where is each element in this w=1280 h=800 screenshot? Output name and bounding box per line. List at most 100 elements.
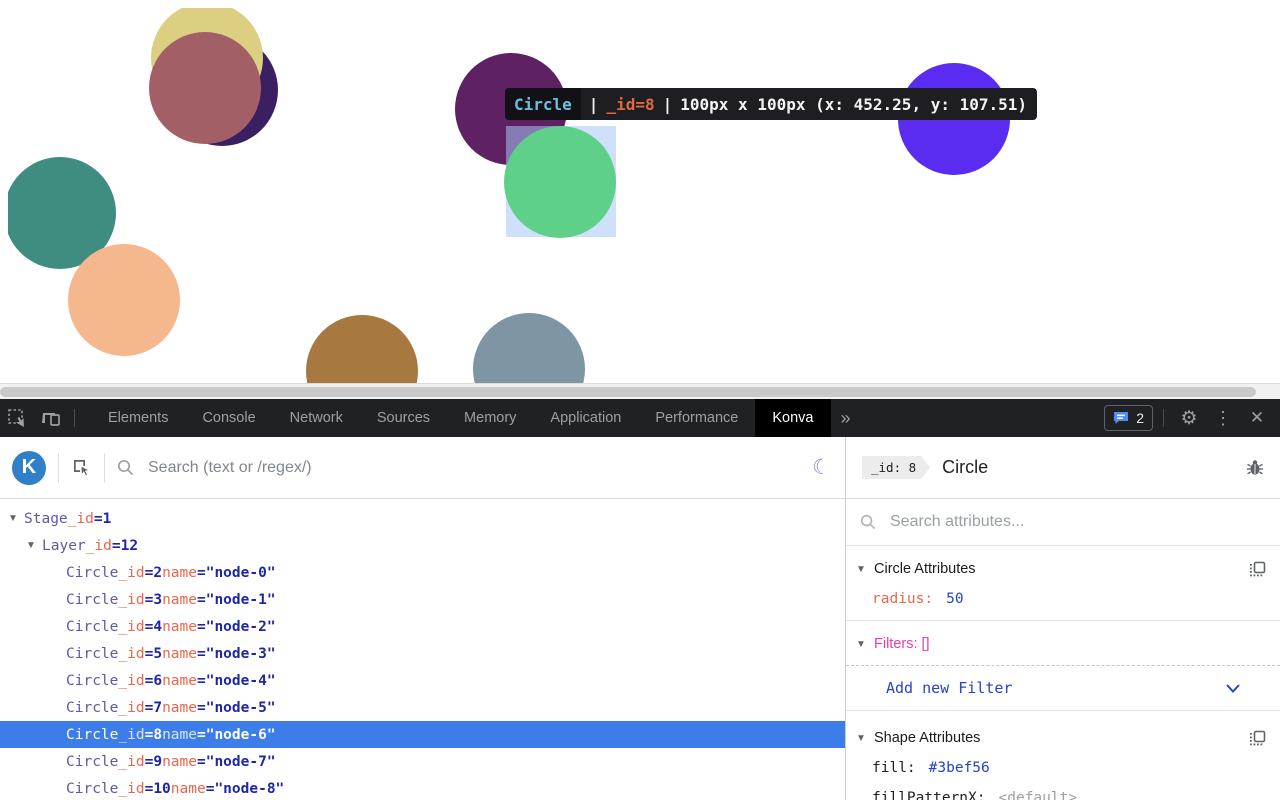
disclosure-triangle-icon[interactable]: ▼ xyxy=(8,513,24,524)
node-tag: Layer xyxy=(42,538,86,554)
add-filter-row[interactable]: Add new Filter xyxy=(846,666,1280,711)
attribute-row-fill[interactable]: fill: #3bef56 xyxy=(846,753,1280,783)
more-tabs-button[interactable]: » xyxy=(831,408,859,429)
node-attr-name: _id xyxy=(68,511,94,527)
attribute-value[interactable]: #3bef56 xyxy=(929,760,990,776)
konva-logo: K xyxy=(12,451,46,485)
add-filter-label[interactable]: Add new Filter xyxy=(886,679,1012,697)
tab-memory[interactable]: Memory xyxy=(447,399,533,437)
node-attr-value: =9 xyxy=(145,754,162,770)
search-icon xyxy=(860,514,876,530)
node-attr-name: _id xyxy=(118,619,144,635)
devtools-tabbar: ElementsConsoleNetworkSourcesMemoryAppli… xyxy=(0,399,1280,437)
attribute-row-fillpatternx[interactable]: fillPatternX: <default> xyxy=(846,783,1280,800)
filters-header[interactable]: ▼ Filters: [] xyxy=(846,629,1280,659)
node-attr-value: ="node-6" xyxy=(197,727,276,743)
tree-node-circle-8[interactable]: Circle _id=8 name="node-6" xyxy=(0,721,845,748)
node-tag: Stage xyxy=(24,511,68,527)
pick-node-icon[interactable] xyxy=(71,457,92,478)
attribute-search xyxy=(846,499,1280,546)
tab-elements[interactable]: Elements xyxy=(91,399,185,437)
scrollbar-thumb[interactable] xyxy=(0,387,1256,397)
konva-stage[interactable] xyxy=(8,8,1272,383)
tree-node-circle-10[interactable]: Circle _id=10 name="node-8" xyxy=(0,775,845,800)
node-attr-name: _id xyxy=(118,781,144,797)
attribute-search-input[interactable] xyxy=(888,512,1266,532)
divider xyxy=(1163,409,1164,427)
node-attr-value: =2 xyxy=(145,565,162,581)
tab-console[interactable]: Console xyxy=(185,399,272,437)
node-tag: Circle xyxy=(66,646,118,662)
disclosure-triangle-icon[interactable]: ▼ xyxy=(26,540,42,551)
horizontal-scrollbar[interactable] xyxy=(0,383,1280,400)
tree-node-circle-5[interactable]: Circle _id=5 name="node-3" xyxy=(0,640,845,667)
tooltip-size: 100px x 100px (x: 452.25, y: 107.51) xyxy=(680,95,1027,114)
search-icon xyxy=(117,459,134,476)
node-attr-value: ="node-2" xyxy=(197,619,276,635)
device-toolbar-icon[interactable] xyxy=(34,399,68,437)
tree-node-layer-12[interactable]: ▼Layer _id=12 xyxy=(0,532,845,559)
kebab-menu-icon[interactable]: ⋮ xyxy=(1208,403,1238,433)
node-attr-value: ="node-1" xyxy=(197,592,276,608)
dark-mode-toggle-icon[interactable]: ☾ xyxy=(812,455,831,480)
node-attr-name: _id xyxy=(118,754,144,770)
settings-gear-icon[interactable]: ⚙ xyxy=(1174,403,1204,433)
highlight-node-icon[interactable] xyxy=(1249,730,1266,747)
attribute-name: fillPatternX: xyxy=(872,790,986,800)
tab-network[interactable]: Network xyxy=(273,399,360,437)
attribute-name: radius: xyxy=(872,591,933,607)
circle-attributes-section: ▼ Circle Attributes radius: 50 xyxy=(846,546,1280,621)
tree-node-circle-9[interactable]: Circle _id=9 name="node-7" xyxy=(0,748,845,775)
divider xyxy=(104,453,105,483)
node-attr-name: name xyxy=(162,700,197,716)
circle-green-selected[interactable] xyxy=(504,126,616,238)
node-attr-value: =7 xyxy=(145,700,162,716)
details-header: _id: 8 Circle xyxy=(846,437,1280,499)
highlight-node-icon[interactable] xyxy=(1249,561,1266,578)
node-attr-name: _id xyxy=(118,673,144,689)
node-tag: Circle xyxy=(66,619,118,635)
inspect-element-icon[interactable] xyxy=(0,399,34,437)
disclosure-triangle-icon[interactable]: ▼ xyxy=(856,733,874,744)
debug-bug-icon[interactable] xyxy=(1246,459,1264,477)
tree-node-circle-4[interactable]: Circle _id=4 name="node-2" xyxy=(0,613,845,640)
tab-konva[interactable]: Konva xyxy=(755,399,830,437)
node-attr-name: _id xyxy=(118,700,144,716)
tree-node-circle-6[interactable]: Circle _id=6 name="node-4" xyxy=(0,667,845,694)
filters-section: ▼ Filters: [] xyxy=(846,621,1280,666)
tree-node-circle-2[interactable]: Circle _id=2 name="node-0" xyxy=(0,559,845,586)
disclosure-triangle-icon[interactable]: ▼ xyxy=(856,639,874,650)
node-attr-name: name xyxy=(162,592,197,608)
tooltip-id: _id=8 xyxy=(606,95,654,114)
tree-node-circle-7[interactable]: Circle _id=7 name="node-5" xyxy=(0,694,845,721)
konva-canvas[interactable]: Circle | _id=8 | 100px x 100px (x: 452.2… xyxy=(0,0,1280,383)
issues-button[interactable]: 2 xyxy=(1104,405,1153,431)
close-devtools-icon[interactable]: ✕ xyxy=(1242,403,1272,433)
node-attr-name: _id xyxy=(118,592,144,608)
disclosure-triangle-icon[interactable]: ▼ xyxy=(856,564,874,575)
tooltip-tag: Circle xyxy=(505,88,581,120)
tree-search-input[interactable] xyxy=(146,458,800,478)
node-attr-name: name xyxy=(162,754,197,770)
node-tag: Circle xyxy=(66,754,118,770)
tree-node-stage-1[interactable]: ▼Stage _id=1 xyxy=(0,505,845,532)
tab-application[interactable]: Application xyxy=(533,399,638,437)
tree-node-circle-3[interactable]: Circle _id=3 name="node-1" xyxy=(0,586,845,613)
shape-attributes-header[interactable]: ▼ Shape Attributes xyxy=(846,723,1280,753)
attribute-row-radius[interactable]: radius: 50 xyxy=(846,584,1280,614)
node-attr-name: name xyxy=(162,673,197,689)
circle-attributes-header[interactable]: ▼ Circle Attributes xyxy=(846,554,1280,584)
issues-icon xyxy=(1113,411,1129,425)
attribute-value[interactable]: 50 xyxy=(946,591,963,607)
circle-slate[interactable] xyxy=(473,313,585,383)
circle-maroon[interactable] xyxy=(149,32,261,144)
node-tag: Circle xyxy=(66,781,118,797)
tab-sources[interactable]: Sources xyxy=(360,399,447,437)
selected-node-title: Circle xyxy=(942,457,988,478)
attribute-value[interactable]: <default> xyxy=(999,790,1078,800)
circle-brown[interactable] xyxy=(306,315,418,383)
circle-peach[interactable] xyxy=(68,244,180,356)
chevron-down-icon[interactable] xyxy=(1226,684,1240,693)
tab-performance[interactable]: Performance xyxy=(638,399,755,437)
node-attr-value: =8 xyxy=(145,727,162,743)
